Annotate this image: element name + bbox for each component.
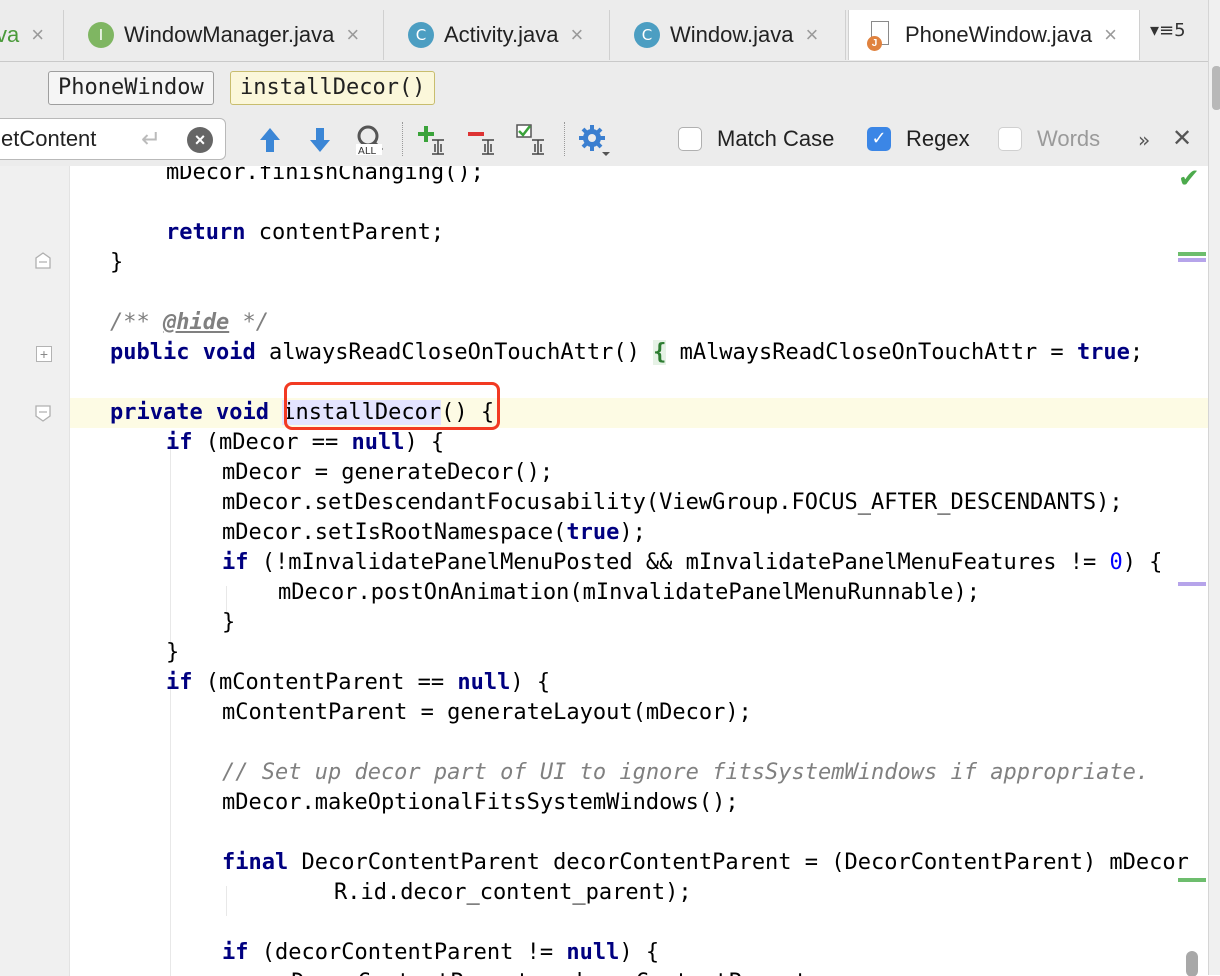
indent-guide	[170, 676, 171, 976]
editor-tab-bar: va × I WindowManager.java × C Activity.j…	[0, 0, 1220, 62]
code-line: /** @hide */	[110, 310, 269, 335]
breadcrumb: PhoneWindow installDecor()	[0, 62, 1208, 115]
close-icon[interactable]: ×	[346, 22, 359, 48]
checkbox-box[interactable]	[998, 127, 1022, 151]
fold-end-icon[interactable]	[34, 252, 51, 269]
match-case-checkbox[interactable]: Match Case	[678, 126, 834, 152]
code-editor[interactable]: + mDecor.finishChanging(); return conten…	[0, 166, 1208, 976]
interface-icon: I	[88, 22, 114, 48]
code-line: }	[110, 250, 124, 275]
code-line: mDecor.makeOptionalFitsSystemWindows();	[222, 790, 739, 815]
tab-phonewindow[interactable]: J PhoneWindow.java ×	[848, 10, 1140, 60]
code-line: final DecorContentParent decorContentPar…	[222, 850, 1189, 875]
indent-guide	[170, 436, 171, 646]
scroll-marker[interactable]	[1178, 582, 1206, 586]
code-line: mDecor = generateDecor();	[222, 460, 554, 485]
fold-collapse-icon[interactable]	[34, 404, 51, 422]
tab-overflow-button[interactable]: ▾≡5	[1150, 20, 1186, 41]
scroll-marker[interactable]	[1178, 252, 1206, 256]
scroll-marker[interactable]	[1178, 258, 1206, 262]
right-panel-strip	[1208, 0, 1220, 975]
code-line: if (decorContentParent != null) {	[222, 940, 660, 965]
scroll-marker[interactable]	[1178, 878, 1206, 882]
code-line: mDecor.setDescendantFocusability(ViewGro…	[222, 490, 1123, 515]
editor-gutter: +	[0, 166, 70, 976]
code-line: mDecor.finishChanging();	[166, 166, 484, 185]
select-all-occurrences-icon[interactable]	[514, 122, 550, 158]
more-options-icon[interactable]: »	[1138, 128, 1150, 152]
code-line: mDecor.setIsRootNamespace(true);	[222, 520, 646, 545]
find-toolbar: ↵ × ALL Match Case	[0, 114, 1208, 167]
svg-text:ALL: ALL	[358, 146, 376, 157]
breadcrumb-method[interactable]: installDecor()	[230, 71, 436, 105]
java-file-icon: J	[867, 21, 891, 51]
settings-gear-icon[interactable]	[576, 122, 612, 158]
tab-label: va	[0, 22, 20, 47]
regex-label: Regex	[906, 126, 970, 151]
code-line: R.id.decor_content_parent);	[334, 880, 692, 905]
panel-scroll-thumb[interactable]	[1212, 66, 1220, 110]
checkbox-box[interactable]	[678, 127, 702, 151]
tab-label: WindowManager.java	[124, 22, 335, 47]
close-icon[interactable]: ×	[806, 22, 819, 48]
code-line: mDecor.postOnAnimation(mInvalidatePanelM…	[278, 580, 980, 605]
clear-search-icon[interactable]: ×	[187, 127, 213, 153]
tab-activity[interactable]: C Activity.java ×	[386, 10, 610, 60]
no-problems-check-icon: ✔	[1178, 166, 1200, 194]
remove-occurrence-icon[interactable]	[464, 122, 500, 158]
words-label: Words	[1037, 126, 1101, 151]
enter-icon: ↵	[141, 126, 162, 153]
toolbar-separator	[402, 122, 403, 156]
code-line: }	[166, 640, 180, 665]
tab-label: PhoneWindow.java	[905, 22, 1093, 47]
checkbox-checked-icon[interactable]: ✓	[867, 127, 891, 151]
breadcrumb-class[interactable]: PhoneWindow	[48, 71, 214, 105]
class-icon: C	[634, 22, 660, 48]
indent-guide	[226, 886, 227, 916]
tab-windowmanager[interactable]: I WindowManager.java ×	[72, 10, 384, 60]
code-line: mContentParent = generateLayout(mDecor);	[222, 700, 752, 725]
previous-occurrence-icon[interactable]	[252, 122, 288, 158]
code-line: }	[222, 610, 236, 635]
code-line: if (mContentParent == null) {	[166, 670, 551, 695]
class-icon: C	[408, 22, 434, 48]
next-occurrence-icon[interactable]	[302, 122, 338, 158]
code-line: return contentParent;	[166, 220, 445, 245]
close-icon[interactable]: ×	[1104, 22, 1117, 48]
code-line: if (mDecor == null) {	[166, 430, 445, 455]
highlight-annotation-box	[284, 382, 500, 430]
code-line: mDecorContentParent = decorContentParent…	[278, 968, 821, 976]
tab-label: Activity.java	[444, 22, 559, 47]
words-checkbox[interactable]: Words	[998, 126, 1100, 152]
code-line: if (!mInvalidatePanelMenuPosted && mInva…	[222, 550, 1163, 575]
tab-window[interactable]: C Window.java ×	[612, 10, 846, 60]
code-comment-line: // Set up decor part of UI to ignore fit…	[222, 760, 1150, 785]
close-search-icon[interactable]: ✕	[1172, 124, 1192, 152]
tab-label: Window.java	[670, 22, 794, 47]
fold-expand-icon[interactable]: +	[36, 346, 52, 362]
tab-partial-file[interactable]: va ×	[0, 10, 64, 60]
search-input[interactable]	[0, 119, 141, 159]
close-icon[interactable]: ×	[571, 22, 584, 48]
code-line: public void alwaysReadCloseOnTouchAttr()…	[110, 340, 1144, 365]
add-occurrence-icon[interactable]	[414, 122, 450, 158]
search-field-container: ↵ ×	[0, 118, 226, 160]
editor-scrollbar-thumb[interactable]	[1186, 951, 1198, 976]
regex-checkbox[interactable]: ✓ Regex	[867, 126, 970, 152]
match-case-label: Match Case	[717, 126, 835, 151]
find-all-icon[interactable]: ALL	[352, 122, 388, 158]
toolbar-separator	[564, 122, 565, 156]
close-icon[interactable]: ×	[31, 22, 44, 48]
